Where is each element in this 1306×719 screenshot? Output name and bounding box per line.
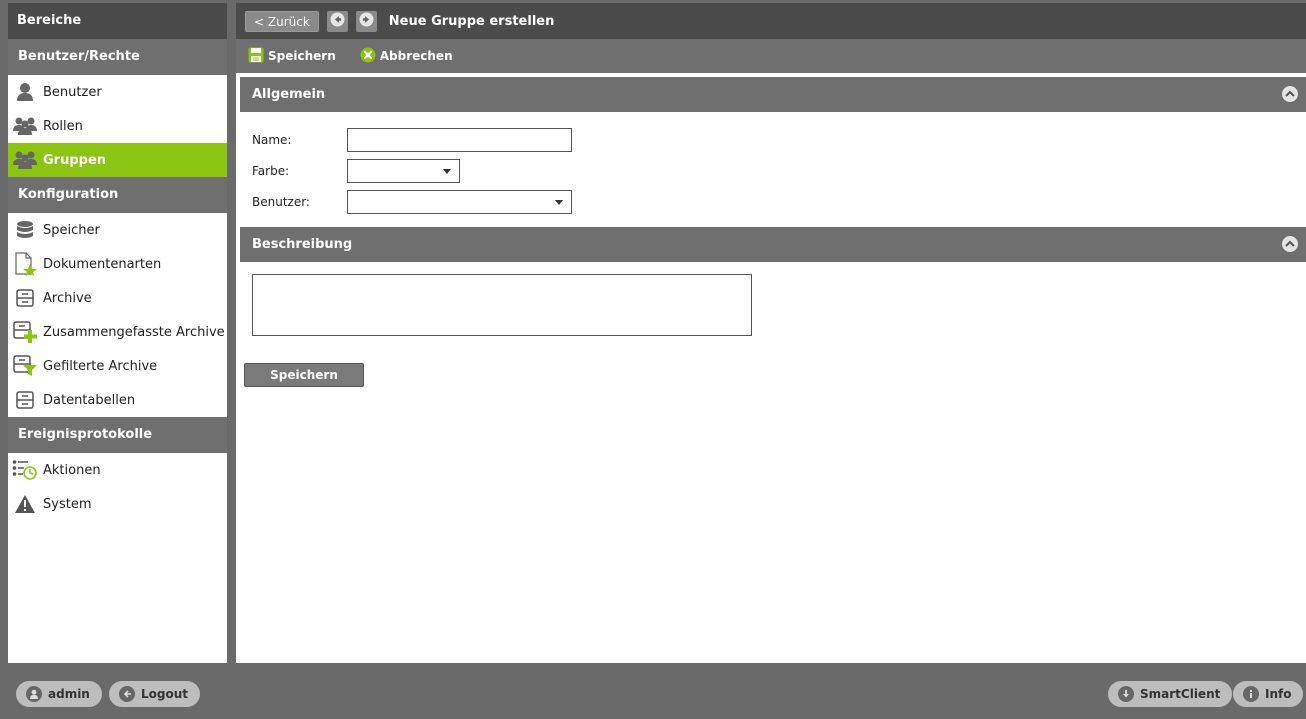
nav-back-button[interactable] bbox=[326, 10, 348, 32]
logout-icon bbox=[119, 686, 135, 702]
download-icon bbox=[1118, 686, 1134, 702]
sidebar-item-label: Aktionen bbox=[43, 462, 101, 478]
info-label: Info bbox=[1265, 687, 1292, 701]
name-input[interactable] bbox=[347, 127, 572, 152]
back-button[interactable]: < Zurück bbox=[245, 10, 319, 32]
name-row: Name: bbox=[252, 124, 1306, 155]
arrow-left-icon bbox=[330, 12, 345, 31]
toolbar-save-button[interactable]: Speichern bbox=[248, 47, 336, 66]
name-label: Name: bbox=[252, 132, 292, 147]
sidebar-item-dokumentenarten[interactable]: Dokumentenarten bbox=[8, 247, 227, 281]
info-icon bbox=[1243, 686, 1259, 702]
sidebar-item-benutzer[interactable]: Benutzer bbox=[8, 75, 227, 109]
description-panel-header[interactable]: Beschreibung bbox=[240, 227, 1306, 262]
sidebar-item-label: Dokumentenarten bbox=[43, 256, 162, 272]
cancel-icon bbox=[360, 47, 380, 66]
user-icon bbox=[26, 686, 42, 702]
toolbar-save-label: Speichern bbox=[268, 49, 336, 63]
archive-icon bbox=[12, 286, 38, 310]
footer: admin Logout SmartClient Info bbox=[0, 665, 1306, 719]
logout-button[interactable]: Logout bbox=[109, 681, 201, 707]
logout-label: Logout bbox=[141, 687, 189, 701]
general-panel-header[interactable]: Allgemein bbox=[240, 77, 1306, 112]
description-textarea[interactable] bbox=[252, 274, 752, 336]
users-label: Benutzer: bbox=[252, 194, 310, 209]
color-select[interactable] bbox=[347, 158, 460, 183]
chevron-down-icon bbox=[555, 199, 563, 205]
chevron-up-icon bbox=[1285, 77, 1295, 112]
document-star-icon bbox=[12, 252, 38, 276]
sidebar-item-label: Benutzer bbox=[43, 84, 102, 100]
sidebar-item-label: Datentabellen bbox=[43, 392, 136, 408]
sidebar-item-label: Archive bbox=[43, 290, 92, 306]
sidebar-item-rollen[interactable]: Rollen bbox=[8, 109, 227, 143]
database-icon bbox=[12, 218, 38, 242]
page-title: Neue Gruppe erstellen bbox=[388, 13, 555, 29]
sidebar-section-benutzer-rechte[interactable]: Benutzer/Rechte bbox=[8, 39, 227, 75]
archive-filter-icon bbox=[12, 354, 38, 378]
color-label: Farbe: bbox=[252, 163, 290, 178]
sidebar-item-label: Rollen bbox=[43, 118, 83, 134]
roles-icon bbox=[12, 114, 38, 138]
sidebar-item-archive[interactable]: Archive bbox=[8, 281, 227, 315]
nav-forward-button[interactable] bbox=[355, 10, 377, 32]
collapse-general-button[interactable] bbox=[1282, 86, 1298, 102]
sidebar-item-label: Gefilterte Archive bbox=[43, 358, 158, 374]
toolbar-cancel-label: Abbrechen bbox=[379, 49, 453, 63]
sidebar-item-label: Speicher bbox=[43, 222, 100, 238]
chevron-down-icon bbox=[443, 168, 451, 174]
sidebar-item-aktionen[interactable]: Aktionen bbox=[8, 453, 227, 487]
sidebar-item-gefilterte-archive[interactable]: Gefilterte Archive bbox=[8, 349, 227, 383]
sidebar-title: Bereiche bbox=[8, 3, 227, 39]
sidebar-item-system[interactable]: System bbox=[8, 487, 227, 521]
sidebar: Bereiche Benutzer/Rechte Benutzer Rollen… bbox=[8, 3, 227, 663]
info-button[interactable]: Info bbox=[1233, 681, 1304, 707]
main-panel: < Zurück Neue Gruppe erstellen Speichern… bbox=[236, 3, 1306, 663]
toolbar: Speichern Abbrechen bbox=[236, 39, 1306, 77]
user-icon bbox=[12, 80, 38, 104]
toolbar-cancel-button[interactable]: Abbrechen bbox=[360, 47, 453, 66]
users-row: Benutzer: bbox=[252, 186, 1306, 217]
sidebar-section-konfiguration[interactable]: Konfiguration bbox=[8, 177, 227, 213]
description-panel-title: Beschreibung bbox=[252, 237, 353, 252]
sidebar-item-datentabellen[interactable]: Datentabellen bbox=[8, 383, 227, 417]
warning-icon bbox=[12, 492, 38, 516]
sidebar-item-gruppen[interactable]: Gruppen bbox=[8, 143, 227, 177]
save-icon bbox=[248, 47, 268, 66]
smartclient-label: SmartClient bbox=[1140, 687, 1221, 701]
groups-icon bbox=[12, 148, 38, 172]
chevron-up-icon bbox=[1285, 227, 1295, 262]
sidebar-item-zusammengefasste-archive[interactable]: Zusammengefasste Archive bbox=[8, 315, 227, 349]
general-form: Name: Farbe: Benutzer: bbox=[236, 112, 1306, 227]
archive-plus-icon bbox=[12, 320, 38, 344]
user-label: admin bbox=[48, 687, 90, 701]
smartclient-button[interactable]: SmartClient bbox=[1108, 681, 1233, 707]
save-button[interactable]: Speichern bbox=[244, 363, 364, 387]
collapse-description-button[interactable] bbox=[1282, 236, 1298, 252]
user-button[interactable]: admin bbox=[16, 681, 102, 707]
sidebar-item-label: System bbox=[43, 496, 92, 512]
actions-icon bbox=[12, 458, 38, 482]
color-row: Farbe: bbox=[252, 155, 1306, 186]
top-bar: < Zurück Neue Gruppe erstellen bbox=[236, 3, 1306, 39]
table-icon bbox=[12, 388, 38, 412]
sidebar-item-label: Gruppen bbox=[43, 152, 107, 168]
sidebar-item-label: Zusammengefasste Archive bbox=[43, 324, 225, 340]
users-select[interactable] bbox=[347, 189, 572, 214]
general-panel-title: Allgemein bbox=[252, 87, 326, 102]
sidebar-item-speicher[interactable]: Speicher bbox=[8, 213, 227, 247]
sidebar-section-ereignisprotokolle[interactable]: Ereignisprotokolle bbox=[8, 417, 227, 453]
arrow-right-icon bbox=[359, 12, 374, 31]
